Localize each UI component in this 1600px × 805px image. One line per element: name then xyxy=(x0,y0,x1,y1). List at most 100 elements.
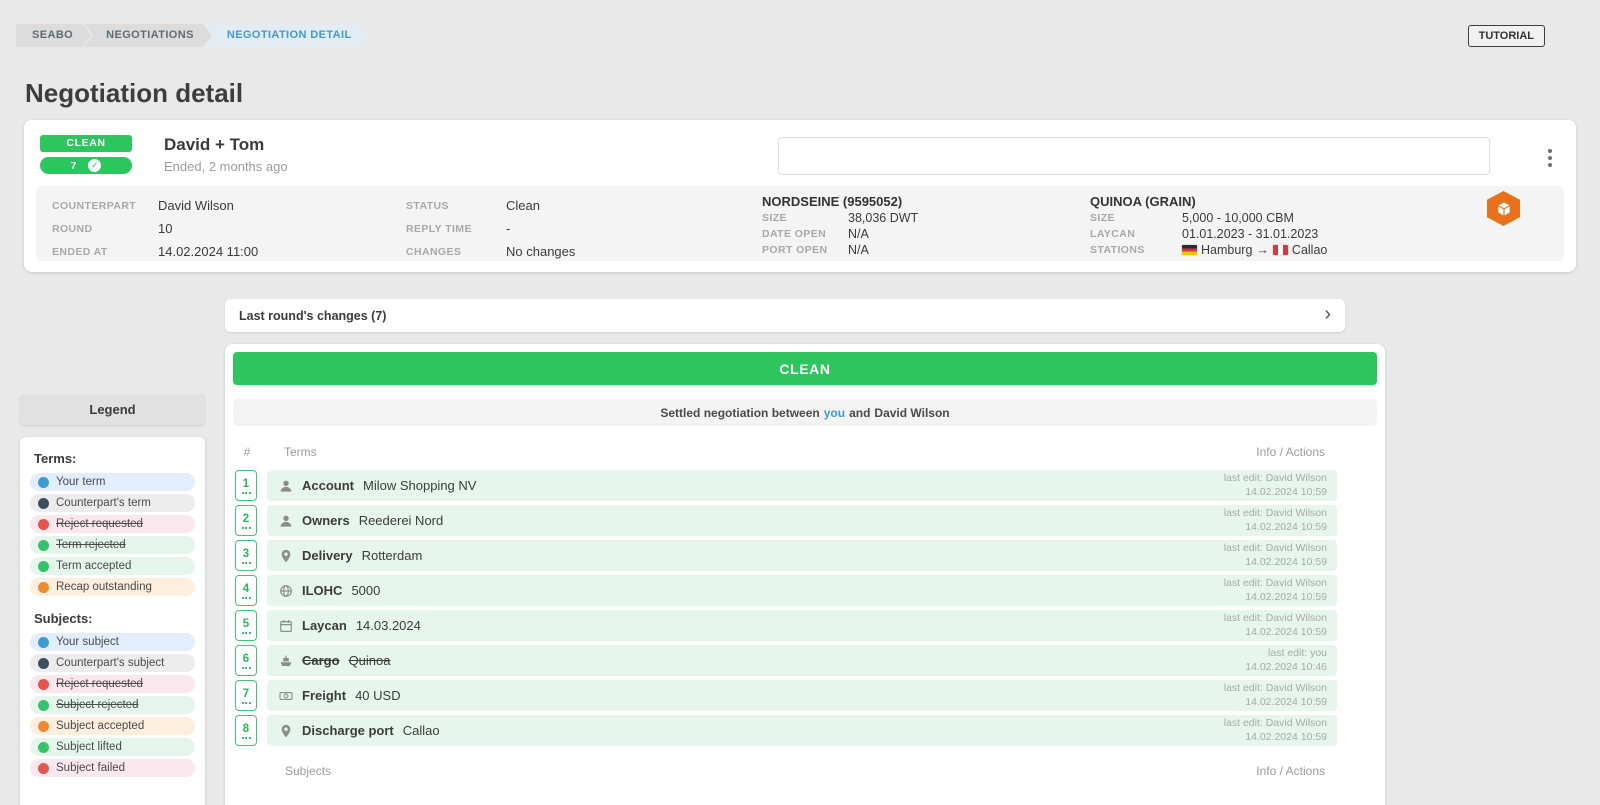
legend-header: Legend xyxy=(20,394,205,425)
term-bar[interactable]: Laycan 14.03.2024 last edit: David Wilso… xyxy=(267,610,1337,641)
drag-dots-icon xyxy=(242,632,251,634)
term-number-box[interactable]: 8 xyxy=(235,715,257,746)
package-badge-icon[interactable] xyxy=(1487,191,1520,226)
term-number-box[interactable]: 4 xyxy=(235,575,257,606)
info-label: REPLY TIME xyxy=(406,223,506,235)
term-row-freight: 7 Freight 40 USD last edit: David Wilson… xyxy=(233,680,1337,711)
term-value: Quinoa xyxy=(349,653,1246,668)
drag-dots-icon xyxy=(242,492,251,494)
legend-dot-icon xyxy=(38,700,49,711)
last-edit-info: last edit: David Wilson14.02.2024 10:59 xyxy=(1224,717,1327,744)
cargo-name: QUINOA (GRAIN) xyxy=(1090,193,1327,210)
vessel-info-group: NORDSEINE (9595052) SIZE38,036 DWT DATE … xyxy=(762,193,918,258)
legend-item-reject-requested: Reject requested xyxy=(30,515,195,533)
subjects-label: Subjects xyxy=(285,764,1256,778)
last-edit-info: last edit: you14.02.2024 10:46 xyxy=(1245,647,1327,674)
info-value: 01.01.2023 - 31.01.2023 xyxy=(1182,227,1318,241)
status-info-group: STATUSClean REPLY TIME- CHANGESNo change… xyxy=(406,194,575,263)
subjects-section-header: Subjects Info / Actions xyxy=(233,764,1337,778)
term-number-box[interactable]: 1 xyxy=(235,470,257,501)
term-row-discharge-port: 8 Discharge port Callao last edit: David… xyxy=(233,715,1337,746)
kebab-menu-icon[interactable] xyxy=(1548,156,1552,160)
breadcrumb-item-negotiations[interactable]: NEGOTIATIONS xyxy=(84,24,212,47)
legend-dot-icon xyxy=(38,561,49,572)
info-label: CHANGES xyxy=(406,246,506,258)
station-to: Callao xyxy=(1292,243,1327,257)
peru-flag-icon xyxy=(1273,245,1288,255)
comment-input[interactable] xyxy=(778,137,1490,175)
term-name: Laycan xyxy=(302,618,347,633)
term-value: Callao xyxy=(403,723,1224,738)
status-badges: CLEAN 7 ✓ xyxy=(40,135,132,174)
info-label: STATUS xyxy=(406,200,506,212)
negotiation-detail-card: CLEAN Settled negotiation between you an… xyxy=(225,344,1385,805)
legend-item-subject-failed: Subject failed xyxy=(30,759,195,777)
round-number: 7 xyxy=(71,160,77,172)
breadcrumb: SEABO NEGOTIATIONS NEGOTIATION DETAIL xyxy=(16,24,370,47)
info-label: DATE OPEN xyxy=(762,228,848,240)
term-value: Reederei Nord xyxy=(359,513,1224,528)
info-value: - xyxy=(506,221,510,236)
breadcrumb-item-negotiation-detail[interactable]: NEGOTIATION DETAIL xyxy=(205,24,370,47)
term-number-box[interactable]: 5 xyxy=(235,610,257,641)
last-round-changes-bar[interactable]: Last round's changes (7) › xyxy=(225,299,1345,332)
term-number-box[interactable]: 3 xyxy=(235,540,257,571)
term-value: 40 USD xyxy=(355,688,1224,703)
term-row-delivery: 3 Delivery Rotterdam last edit: David Wi… xyxy=(233,540,1337,571)
breadcrumb-item-seabo[interactable]: SEABO xyxy=(16,24,91,47)
legend-terms-heading: Terms: xyxy=(34,451,195,466)
info-value: David Wilson xyxy=(158,198,234,213)
chevron-right-icon: › xyxy=(1324,304,1331,327)
term-value: Rotterdam xyxy=(362,548,1224,563)
legend-item-your-subject: Your subject xyxy=(30,633,195,651)
drag-dots-icon xyxy=(242,527,251,529)
last-edit-info: last edit: David Wilson14.02.2024 10:59 xyxy=(1224,542,1327,569)
last-edit-info: last edit: David Wilson14.02.2024 10:59 xyxy=(1224,472,1327,499)
term-name: Account xyxy=(302,478,354,493)
term-bar[interactable]: Freight 40 USD last edit: David Wilson14… xyxy=(267,680,1337,711)
legend-dot-icon xyxy=(38,742,49,753)
term-bar[interactable]: Owners Reederei Nord last edit: David Wi… xyxy=(267,505,1337,536)
term-number-box[interactable]: 6 xyxy=(235,645,257,676)
term-number-box[interactable]: 7 xyxy=(235,680,257,711)
legend-dot-icon xyxy=(38,540,49,551)
money-icon xyxy=(279,689,293,703)
negotiation-header-card: CLEAN 7 ✓ David + Tom Ended, 2 months ag… xyxy=(24,120,1576,272)
status-badge: CLEAN xyxy=(40,135,132,152)
term-name: ILOHC xyxy=(302,583,342,598)
check-icon: ✓ xyxy=(88,159,101,172)
info-value: 10 xyxy=(158,221,172,236)
info-value: 38,036 DWT xyxy=(848,211,918,225)
settled-and: and xyxy=(849,406,870,420)
term-bar[interactable]: Delivery Rotterdam last edit: David Wils… xyxy=(267,540,1337,571)
info-value: Clean xyxy=(506,198,540,213)
info-label: COUNTERPART xyxy=(52,200,158,212)
term-row-ilohc: 4 ILOHC 5000 last edit: David Wilson14.0… xyxy=(233,575,1337,606)
term-bar[interactable]: ILOHC 5000 last edit: David Wilson14.02.… xyxy=(267,575,1337,606)
you-link[interactable]: you xyxy=(824,406,845,420)
term-name: Freight xyxy=(302,688,346,703)
term-value: 14.03.2024 xyxy=(356,618,1224,633)
term-bar[interactable]: Discharge port Callao last edit: David W… xyxy=(267,715,1337,746)
drag-dots-icon xyxy=(242,737,251,739)
info-value: 14.02.2024 11:00 xyxy=(158,244,258,259)
term-value: 5000 xyxy=(351,583,1223,598)
legend-item-subject-accepted: Subject accepted xyxy=(30,717,195,735)
calendar-icon xyxy=(279,619,293,633)
last-edit-info: last edit: David Wilson14.02.2024 10:59 xyxy=(1224,612,1327,639)
drag-dots-icon xyxy=(242,562,251,564)
ship-icon xyxy=(279,654,293,668)
info-label: STATIONS xyxy=(1090,244,1182,256)
legend-subjects-heading: Subjects: xyxy=(34,611,195,626)
legend-item-subject-rejected: Subject rejected xyxy=(30,696,195,714)
info-value: No changes xyxy=(506,244,575,259)
tutorial-button[interactable]: TUTORIAL xyxy=(1468,25,1545,47)
last-edit-info: last edit: David Wilson14.02.2024 10:59 xyxy=(1224,577,1327,604)
user-icon xyxy=(279,479,293,493)
term-bar[interactable]: Account Milow Shopping NV last edit: Dav… xyxy=(267,470,1337,501)
legend-item-term-rejected: Term rejected xyxy=(30,536,195,554)
info-value: 5,000 - 10,000 CBM xyxy=(1182,211,1294,225)
term-number-box[interactable]: 2 xyxy=(235,505,257,536)
legend-item-term-accepted: Term accepted xyxy=(30,557,195,575)
term-bar[interactable]: Cargo Quinoa last edit: you14.02.2024 10… xyxy=(267,645,1337,676)
